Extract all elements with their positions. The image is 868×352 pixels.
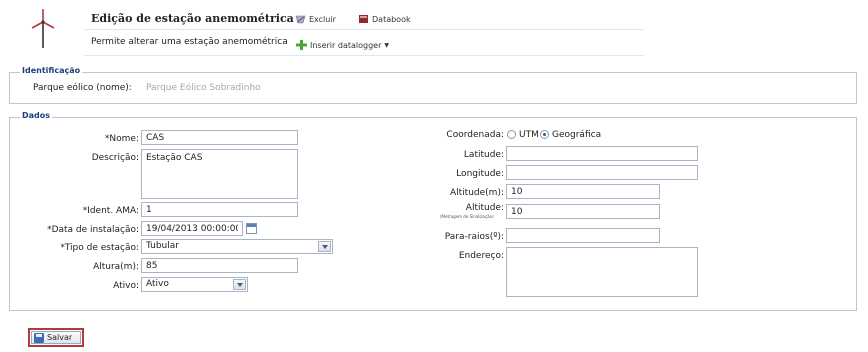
excluir-label: Excluir bbox=[309, 14, 336, 24]
page-header: Edição de estação anemométrica Permite a… bbox=[0, 0, 868, 58]
utm-radio[interactable] bbox=[507, 130, 516, 139]
para-raios-label: Para-raios(º): bbox=[444, 232, 504, 242]
latitude-label: Latitude: bbox=[463, 150, 504, 160]
add-icon bbox=[296, 40, 307, 50]
para-raios-input[interactable] bbox=[506, 228, 660, 243]
excluir-button[interactable]: Excluir bbox=[295, 14, 336, 24]
ident-ama-label: *Ident. AMA: bbox=[82, 206, 139, 216]
endereco-textarea[interactable] bbox=[506, 247, 698, 297]
ativo-label: Ativo: bbox=[113, 281, 139, 291]
altitude-m-label: Altitude(m): bbox=[450, 188, 504, 198]
data-instalacao-label: *Data de instalação: bbox=[47, 225, 139, 235]
calendar-icon[interactable] bbox=[246, 223, 257, 234]
parque-value: Parque Eólico Sobradinho bbox=[146, 83, 261, 93]
endereco-label: Endereço: bbox=[458, 251, 504, 261]
ident-ama-input[interactable] bbox=[141, 202, 298, 217]
longitude-input[interactable] bbox=[506, 165, 698, 180]
tipo-estacao-label: *Tipo de estação: bbox=[60, 243, 139, 253]
identificacao-legend: Identificação bbox=[20, 66, 83, 75]
dropdown-caret-icon: ▼ bbox=[384, 41, 389, 49]
descricao-textarea[interactable]: Estação CAS bbox=[141, 149, 298, 199]
chevron-down-icon bbox=[233, 279, 246, 290]
wind-turbine-icon bbox=[31, 9, 55, 48]
book-icon bbox=[359, 15, 368, 23]
page-subtitle: Permite alterar uma estação anemométrica bbox=[91, 37, 288, 47]
altitude-input[interactable] bbox=[506, 204, 660, 219]
utm-label: UTM bbox=[519, 130, 539, 140]
tipo-estacao-value: Tubular bbox=[146, 241, 179, 251]
data-instalacao-input[interactable] bbox=[141, 221, 243, 236]
ativo-select[interactable]: Ativo bbox=[141, 277, 248, 292]
databook-button[interactable]: Databook bbox=[358, 14, 411, 24]
altitude-sublabel: (Metragem de Sinalização) bbox=[440, 214, 494, 219]
parque-label: Parque eólico (nome): bbox=[33, 83, 132, 93]
save-button[interactable]: Salvar bbox=[31, 331, 81, 344]
dados-legend: Dados bbox=[20, 111, 53, 120]
tipo-estacao-select[interactable]: Tubular bbox=[141, 239, 333, 254]
latitude-input[interactable] bbox=[506, 146, 698, 161]
geografica-label: Geográfica bbox=[552, 130, 602, 140]
save-button-highlight: Salvar bbox=[28, 328, 84, 347]
altura-label: Altura(m): bbox=[93, 262, 139, 272]
nome-input[interactable] bbox=[141, 130, 298, 145]
identificacao-fieldset: Identificação Parque eólico (nome): Parq… bbox=[9, 66, 857, 104]
coordenada-label: Coordenada: bbox=[446, 130, 504, 140]
altitude-label: Altitude: bbox=[465, 203, 504, 213]
delete-icon bbox=[295, 15, 306, 24]
inserir-datalogger-dropdown[interactable]: Inserir datalogger ▼ bbox=[296, 40, 389, 50]
save-label: Salvar bbox=[47, 333, 73, 342]
page-title: Edição de estação anemométrica bbox=[91, 12, 294, 25]
geografica-radio[interactable] bbox=[540, 130, 549, 139]
header-divider bbox=[84, 29, 644, 30]
floppy-disk-icon bbox=[34, 332, 44, 343]
databook-label: Databook bbox=[372, 14, 411, 24]
inserir-datalogger-label: Inserir datalogger bbox=[310, 40, 382, 50]
dados-fieldset: Dados *Nome: Descrição: Estação CAS *Ide… bbox=[9, 111, 857, 311]
altura-input[interactable] bbox=[141, 258, 298, 273]
descricao-label: Descrição: bbox=[91, 153, 139, 163]
chevron-down-icon bbox=[318, 241, 331, 252]
altitude-m-input[interactable] bbox=[506, 184, 660, 199]
header-divider-bottom bbox=[84, 55, 644, 56]
nome-label: *Nome: bbox=[104, 134, 139, 144]
ativo-value: Ativo bbox=[146, 279, 169, 289]
longitude-label: Longitude: bbox=[456, 169, 504, 179]
